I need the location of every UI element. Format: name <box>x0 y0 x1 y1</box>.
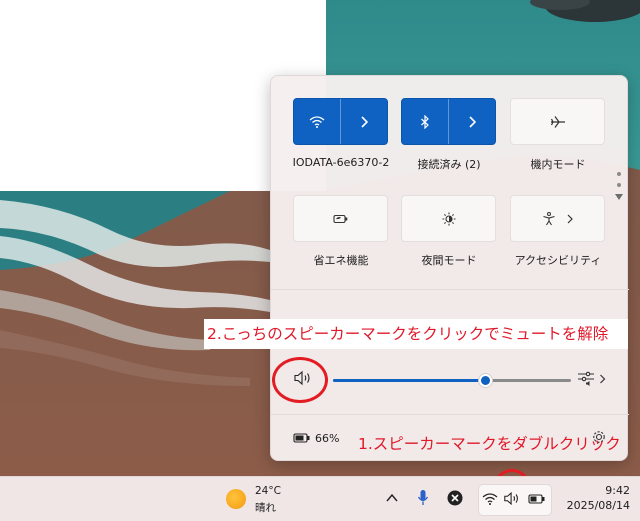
accessibility-icon <box>542 211 555 225</box>
chevron-right-icon <box>567 214 573 223</box>
wifi-tile-label: IODATA-6e6370-2 <box>292 156 390 169</box>
night-mode-tile[interactable] <box>401 195 496 242</box>
battery-saver-icon <box>332 214 347 223</box>
bluetooth-tile[interactable] <box>401 98 496 145</box>
chevron-up-icon[interactable] <box>386 493 398 503</box>
audio-output-button[interactable] <box>577 371 606 387</box>
wifi-tile[interactable] <box>293 98 388 145</box>
clock-date: 2025/08/14 <box>566 499 630 512</box>
wifi-icon <box>482 493 498 505</box>
chevron-down-icon <box>615 194 623 200</box>
bluetooth-icon <box>421 114 429 129</box>
airplane-mode-tile[interactable] <box>510 98 605 145</box>
footer-divider <box>271 414 629 415</box>
page-dot <box>617 172 621 176</box>
battery-icon <box>528 494 545 504</box>
night-mode-label: 夜間モード <box>421 254 477 267</box>
annotation-circle-volume-icon <box>272 357 328 403</box>
clock-time: 9:42 <box>605 484 630 497</box>
volume-slider[interactable] <box>333 373 571 388</box>
chevron-right-icon <box>469 115 476 128</box>
battery-icon[interactable] <box>293 433 311 443</box>
bluetooth-toggle[interactable] <box>402 99 448 144</box>
quick-settings-flyout: IODATA-6e6370-2 接続済み (2) 機内モード 省エネ機能 夜間モ… <box>270 75 629 461</box>
audio-output-icon <box>578 371 594 386</box>
accessibility-tile[interactable] <box>510 195 605 242</box>
bluetooth-tile-label: 接続済み (2) <box>417 158 481 171</box>
weather-temperature: 24°C <box>255 485 281 497</box>
wifi-icon <box>309 115 325 128</box>
battery-percent: 66% <box>315 432 340 445</box>
airplane-mode-label: 機内モード <box>530 158 586 171</box>
airplane-icon <box>550 115 565 128</box>
sun-icon <box>226 489 246 509</box>
section-divider <box>271 289 629 290</box>
taskbar: 24°C 晴れ 9:42 2025/08/14 <box>0 476 640 521</box>
bluetooth-expand-button[interactable] <box>448 99 495 144</box>
close-circle-icon[interactable] <box>447 490 463 506</box>
microphone-icon[interactable] <box>417 489 429 507</box>
page-dot <box>617 183 621 187</box>
clock[interactable]: 9:42 2025/08/14 <box>556 483 638 517</box>
brightness-icon <box>442 212 455 225</box>
wifi-toggle[interactable] <box>294 99 340 144</box>
annotation-step-1: 1.スピーカーマークをダブルクリック <box>358 435 621 453</box>
wifi-expand-button[interactable] <box>340 99 387 144</box>
chevron-right-icon <box>361 115 368 128</box>
energy-saver-tile[interactable] <box>293 195 388 242</box>
speaker-icon <box>504 491 518 506</box>
volume-slider-fill <box>333 379 486 382</box>
chevron-right-icon <box>600 374 606 384</box>
volume-slider-thumb[interactable] <box>478 373 494 388</box>
energy-saver-label: 省エネ機能 <box>313 254 369 267</box>
accessibility-label: アクセシビリティ <box>514 254 602 267</box>
weather-condition: 晴れ <box>255 502 276 514</box>
annotation-step-2: 2.こっちのスピーカーマークをクリックでミュートを解除 <box>204 319 628 349</box>
page-indicator[interactable] <box>615 172 623 201</box>
